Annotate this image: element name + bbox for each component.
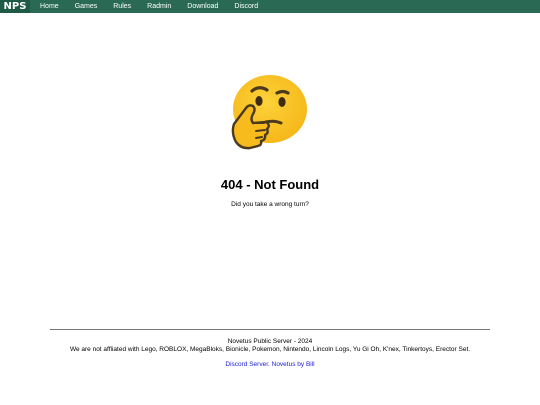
nav-item-discord[interactable]: Discord <box>226 0 266 13</box>
nav-item-download[interactable]: Download <box>179 0 226 13</box>
nav-item-home[interactable]: Home <box>30 0 67 13</box>
nav-item-rules[interactable]: Rules <box>105 0 139 13</box>
footer-links: Discord Server. Novetus by Bill <box>0 361 540 368</box>
nav-item-radmin[interactable]: Radmin <box>139 0 179 13</box>
footer-divider <box>50 329 490 330</box>
top-navbar: NPS Home Games Rules Radmin Download Dis… <box>0 0 540 13</box>
page-title: 404 - Not Found <box>220 177 320 192</box>
nav-item-games[interactable]: Games <box>67 0 106 13</box>
site-logo[interactable]: NPS <box>0 0 30 13</box>
discord-server-link[interactable]: Discord Server. <box>225 361 269 368</box>
footer-copyright: Novetus Public Server - 2024 <box>227 338 313 345</box>
novetus-by-bill-link[interactable]: Novetus by Bill <box>272 361 315 368</box>
footer-disclaimer: We are not affliated with Lego, ROBLOX, … <box>69 346 471 353</box>
page-subtitle: Did you take a wrong turn? <box>231 201 309 208</box>
thinking-face-icon <box>228 73 310 155</box>
